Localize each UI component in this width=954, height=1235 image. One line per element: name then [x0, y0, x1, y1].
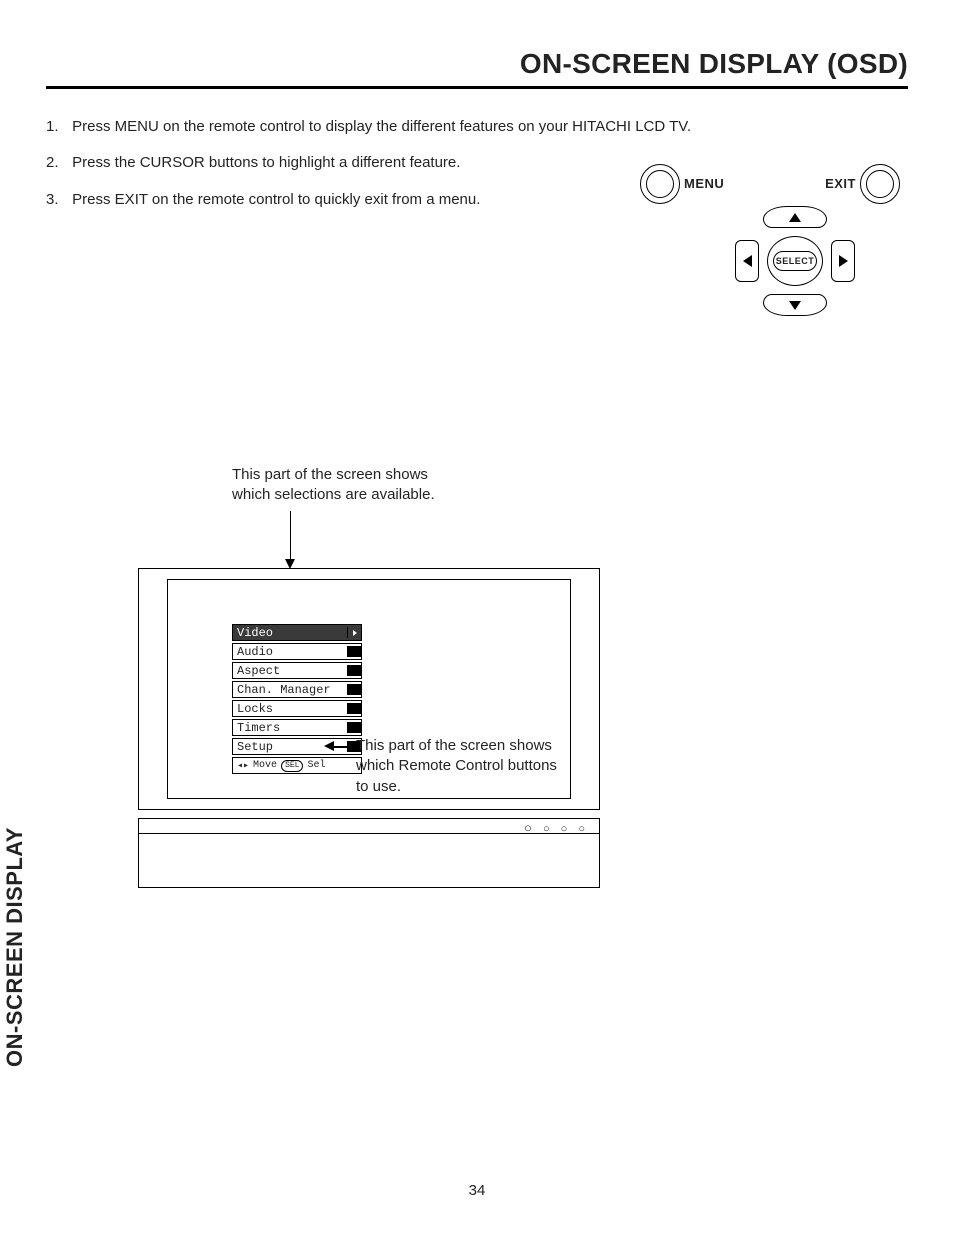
tab-icon — [347, 722, 361, 733]
osd-item-label: Audio — [237, 645, 273, 659]
submenu-indicator-icon — [347, 627, 361, 638]
osd-item-video: Video — [232, 624, 362, 641]
callout-text: This part of the screen shows — [232, 465, 512, 485]
instruction-number: 3. — [46, 190, 68, 210]
osd-item-label: Setup — [237, 740, 273, 754]
callout-text: This part of the screen shows — [356, 736, 586, 756]
sel-pill-icon: SEL — [281, 760, 303, 772]
osd-item-timers: Timers — [232, 719, 362, 736]
tab-icon — [347, 665, 361, 676]
osd-item-label: Video — [237, 626, 273, 640]
osd-menu: Video Audio Aspect Chan. Manager — [232, 624, 362, 776]
osd-footer: ◂▸ Move SEL Sel — [232, 757, 362, 774]
osd-item-label: Timers — [237, 721, 280, 735]
osd-item-chan-manager: Chan. Manager — [232, 681, 362, 698]
select-button-icon: SELECT — [767, 236, 823, 286]
callout-remote-buttons: This part of the screen shows which Remo… — [356, 736, 586, 797]
callout-text: which selections are available. — [232, 485, 512, 505]
list-item: 1. Press MENU on the remote control to d… — [46, 117, 908, 137]
instruction-text: Press EXIT on the remote control to quic… — [72, 191, 480, 208]
osd-item-audio: Audio — [232, 643, 362, 660]
instruction-number: 2. — [46, 153, 68, 173]
menu-button-label: MENU — [684, 176, 724, 191]
tab-icon — [347, 646, 361, 657]
cursor-up-icon — [763, 206, 827, 228]
move-arrows-icon: ◂▸ — [237, 760, 249, 772]
side-tab-label: ON-SCREEN DISPLAY — [2, 827, 28, 1067]
tv-diagram: Video Audio Aspect Chan. Manager — [138, 568, 600, 886]
cursor-down-icon — [763, 294, 827, 316]
tab-icon — [347, 684, 361, 695]
select-button-label: SELECT — [773, 251, 817, 271]
tab-icon — [347, 703, 361, 714]
menu-button-icon — [640, 164, 680, 204]
osd-item-label: Chan. Manager — [237, 683, 331, 697]
instruction-number: 1. — [46, 117, 68, 137]
exit-button-label: EXIT — [825, 176, 856, 191]
exit-button-icon — [860, 164, 900, 204]
callout-selections: This part of the screen shows which sele… — [232, 465, 512, 506]
pointer-line-icon — [330, 746, 358, 748]
pointer-line-icon — [290, 511, 291, 561]
osd-item-label: Aspect — [237, 664, 280, 678]
osd-footer-sel: Sel — [307, 760, 325, 771]
page-title: ON-SCREEN DISPLAY (OSD) — [46, 48, 908, 89]
callout-text: to use. — [356, 777, 586, 797]
page-number: 34 — [0, 1182, 954, 1199]
cursor-left-icon — [735, 240, 759, 282]
remote-control-diagram: MENU EXIT SELECT — [640, 158, 900, 318]
osd-footer-move: Move — [253, 760, 277, 771]
osd-item-label: Locks — [237, 702, 273, 716]
instruction-text: Press MENU on the remote control to disp… — [72, 118, 691, 135]
tv-base: ○ ○ ○ ○ — [138, 818, 600, 888]
instruction-text: Press the CURSOR buttons to highlight a … — [72, 154, 460, 171]
cursor-pad-icon: SELECT — [735, 206, 855, 316]
cursor-right-icon — [831, 240, 855, 282]
callout-text: which Remote Control buttons — [356, 756, 586, 776]
osd-item-locks: Locks — [232, 700, 362, 717]
osd-item-aspect: Aspect — [232, 662, 362, 679]
